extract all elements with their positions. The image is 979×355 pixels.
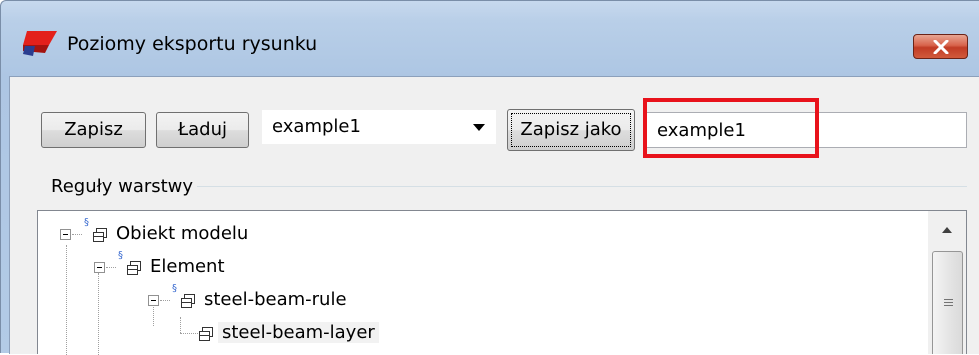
layer-rules-tree[interactable]: § Obiekt modelu § Element § steel-beam-r… xyxy=(37,210,967,355)
preset-select[interactable]: example1 xyxy=(261,109,497,145)
save-button[interactable]: Zapisz xyxy=(41,112,146,148)
node-icon xyxy=(181,294,195,308)
title-bar[interactable]: Poziomy eksportu rysunku xyxy=(1,1,979,59)
rule-marker: § xyxy=(84,217,89,228)
tree-item-label: Element xyxy=(150,256,225,277)
chevron-down-icon xyxy=(473,124,485,131)
collapse-toggle[interactable] xyxy=(94,262,105,273)
node-icon xyxy=(93,228,107,242)
save-as-button[interactable]: Zapisz jako xyxy=(507,109,635,151)
tree-item-label: Obiekt modelu xyxy=(116,223,249,244)
app-icon xyxy=(23,29,59,57)
preset-select-value: example1 xyxy=(272,116,361,137)
scroll-up-button[interactable] xyxy=(928,211,966,249)
node-icon xyxy=(127,261,141,275)
grip-icon xyxy=(944,299,953,308)
collapse-toggle[interactable] xyxy=(148,295,159,306)
tree-connector xyxy=(72,234,82,236)
tree-item-label: steel-beam-layer xyxy=(218,322,379,343)
collapse-toggle[interactable] xyxy=(60,229,71,240)
tree-connector xyxy=(160,300,170,302)
chevron-up-icon xyxy=(942,227,952,233)
window-title: Poziomy eksportu rysunku xyxy=(67,33,318,55)
tree-connector xyxy=(98,273,100,355)
tree-connector xyxy=(180,317,182,333)
tree-connector xyxy=(66,245,68,355)
layer-rules-group-label: Reguły warstwy xyxy=(49,176,196,197)
node-icon xyxy=(199,327,213,341)
tree-connector xyxy=(180,333,198,335)
rule-marker: § xyxy=(172,283,177,294)
tree-vertical-scrollbar[interactable] xyxy=(928,211,966,354)
save-as-label: Zapisz jako xyxy=(520,119,622,140)
tree-connector xyxy=(106,267,116,269)
groupbox-border xyxy=(197,186,967,187)
tree-item-label: steel-beam-rule xyxy=(204,289,347,310)
dialog-window: Poziomy eksportu rysunku Zapisz Ładuj ex… xyxy=(0,0,979,355)
load-button[interactable]: Ładuj xyxy=(156,112,249,148)
close-button[interactable] xyxy=(913,34,968,59)
highlight-annotation xyxy=(643,98,819,158)
scroll-thumb[interactable] xyxy=(932,251,963,354)
close-icon xyxy=(933,40,949,54)
rule-marker: § xyxy=(118,250,123,261)
